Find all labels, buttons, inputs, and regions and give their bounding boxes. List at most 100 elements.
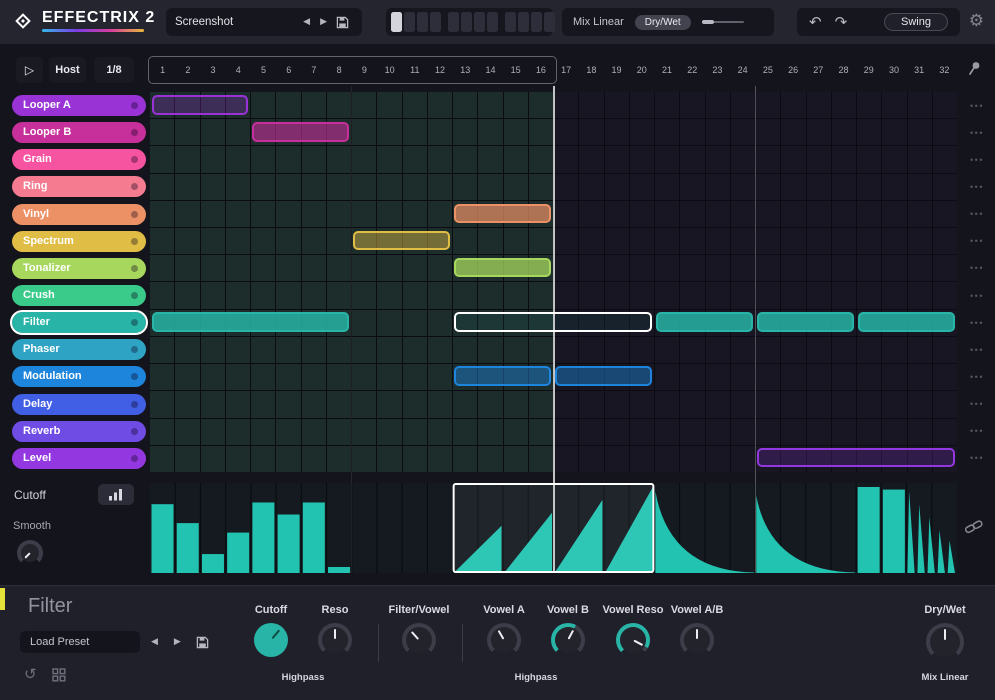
step-block-looper-a[interactable] (151, 95, 249, 115)
step-number[interactable]: 18 (579, 65, 604, 75)
track-item-filter[interactable]: Filter (10, 310, 148, 336)
step-block-filter[interactable] (857, 312, 955, 332)
step-number[interactable]: 24 (730, 65, 755, 75)
mix-slider-handle[interactable] (701, 20, 714, 24)
step-rate-button[interactable]: 1/8 (94, 57, 134, 83)
step-number[interactable]: 11 (402, 65, 427, 75)
step-block-modulation[interactable] (555, 366, 652, 387)
track-item-reverb[interactable]: Reverb (12, 420, 146, 442)
step-block-filter[interactable] (454, 312, 652, 332)
step-number[interactable]: 28 (831, 65, 856, 75)
track-enable-dot[interactable] (131, 427, 138, 435)
knob-vowel-a-b-dial[interactable] (680, 623, 714, 657)
pattern-slot-8[interactable] (487, 12, 498, 32)
step-number[interactable]: 31 (907, 65, 932, 75)
step-block-looper-b[interactable] (252, 122, 350, 142)
undo-icon[interactable]: ↶ (809, 14, 822, 30)
pattern-slot-12[interactable] (544, 12, 555, 32)
track-item-grain[interactable]: Grain (12, 149, 146, 171)
track-enable-dot[interactable] (131, 156, 138, 164)
step-number[interactable]: 2 (175, 65, 200, 75)
track-enable-dot[interactable] (131, 292, 138, 300)
step-number[interactable]: 19 (604, 65, 629, 75)
pattern-slot-10[interactable] (518, 12, 529, 32)
step-number[interactable]: 25 (755, 65, 780, 75)
track-item-delay[interactable]: Delay (12, 393, 146, 415)
knob-reso-dial[interactable] (318, 623, 352, 657)
step-number[interactable]: 22 (680, 65, 705, 75)
step-number[interactable]: 27 (806, 65, 831, 75)
automation-lane[interactable] (150, 483, 957, 573)
drywet-mode-button[interactable]: Dry/Wet (634, 14, 691, 30)
step-number[interactable]: 4 (226, 65, 251, 75)
pattern-slot-9[interactable] (505, 12, 516, 32)
knob-vowel-a-dial[interactable] (486, 622, 522, 658)
track-enable-dot[interactable] (131, 183, 138, 191)
automation-display-button[interactable] (98, 484, 134, 505)
step-number[interactable]: 17 (554, 65, 579, 75)
pin-icon[interactable] (966, 60, 982, 76)
preset-name[interactable]: Screenshot (175, 16, 298, 28)
pattern-slot-5[interactable] (448, 12, 459, 32)
step-block-filter[interactable] (756, 312, 854, 332)
pattern-slot-2[interactable] (404, 12, 415, 32)
knob-vowel-reso-dial[interactable] (615, 622, 651, 658)
step-number[interactable]: 9 (352, 65, 377, 75)
step-number[interactable]: 23 (705, 65, 730, 75)
step-number[interactable]: 21 (654, 65, 679, 75)
step-number[interactable]: 14 (478, 65, 503, 75)
knob-filter-vowel-dial[interactable] (400, 621, 438, 659)
track-menu-button[interactable]: ••• (962, 363, 992, 390)
knob-dry-wet-dial[interactable] (926, 623, 964, 661)
step-number[interactable]: 6 (276, 65, 301, 75)
smooth-knob-dial[interactable] (17, 540, 43, 566)
track-item-spectrum[interactable]: Spectrum (12, 230, 146, 252)
knob-vowel-b-dial[interactable] (550, 622, 586, 658)
track-menu-button[interactable]: ••• (962, 201, 992, 228)
track-enable-dot[interactable] (131, 102, 138, 110)
step-block-tonalizer[interactable] (454, 257, 551, 278)
track-menu-button[interactable]: ••• (962, 445, 992, 472)
step-block-filter[interactable] (151, 312, 350, 332)
track-menu-button[interactable]: ••• (962, 92, 992, 119)
track-item-level[interactable]: Level (12, 447, 146, 469)
track-item-vinyl[interactable]: Vinyl (12, 203, 146, 225)
track-item-ring[interactable]: Ring (12, 176, 146, 198)
smooth-knob[interactable] (17, 540, 43, 566)
step-number[interactable]: 3 (200, 65, 225, 75)
track-enable-dot[interactable] (131, 210, 138, 218)
track-enable-dot[interactable] (131, 346, 138, 354)
track-enable-dot[interactable] (131, 454, 138, 462)
track-item-modulation[interactable]: Modulation (12, 366, 146, 388)
step-number[interactable]: 10 (377, 65, 402, 75)
swing-button[interactable]: Swing (884, 13, 948, 31)
pattern-slot-3[interactable] (417, 12, 428, 32)
step-block-spectrum[interactable] (353, 230, 451, 251)
track-enable-dot[interactable] (131, 319, 138, 327)
step-number[interactable]: 1 (150, 65, 175, 75)
track-enable-dot[interactable] (131, 400, 138, 408)
track-menu-button[interactable]: ••• (962, 418, 992, 445)
track-menu-button[interactable]: ••• (962, 173, 992, 200)
step-number[interactable]: 29 (856, 65, 881, 75)
redo-icon[interactable]: ↷ (835, 14, 848, 30)
knob-cutoff-dial[interactable] (249, 618, 293, 662)
track-menu-button[interactable]: ••• (962, 255, 992, 282)
step-block-modulation[interactable] (454, 366, 551, 387)
step-number[interactable]: 15 (503, 65, 528, 75)
step-number[interactable]: 7 (301, 65, 326, 75)
pattern-slot-11[interactable] (531, 12, 542, 32)
mix-slider[interactable] (701, 20, 744, 24)
track-item-looper-a[interactable]: Looper A (12, 95, 146, 117)
step-block-vinyl[interactable] (454, 203, 551, 224)
track-enable-dot[interactable] (131, 373, 138, 381)
step-number[interactable]: 12 (427, 65, 452, 75)
step-number[interactable]: 30 (881, 65, 906, 75)
track-item-phaser[interactable]: Phaser (12, 339, 146, 361)
step-number[interactable]: 20 (629, 65, 654, 75)
preset-next-button[interactable]: ▶ (315, 17, 332, 27)
preset-save-button[interactable] (332, 16, 353, 29)
step-number[interactable]: 32 (932, 65, 957, 75)
link-icon[interactable] (964, 519, 984, 540)
settings-gear-icon[interactable]: ⚙ (969, 11, 984, 31)
